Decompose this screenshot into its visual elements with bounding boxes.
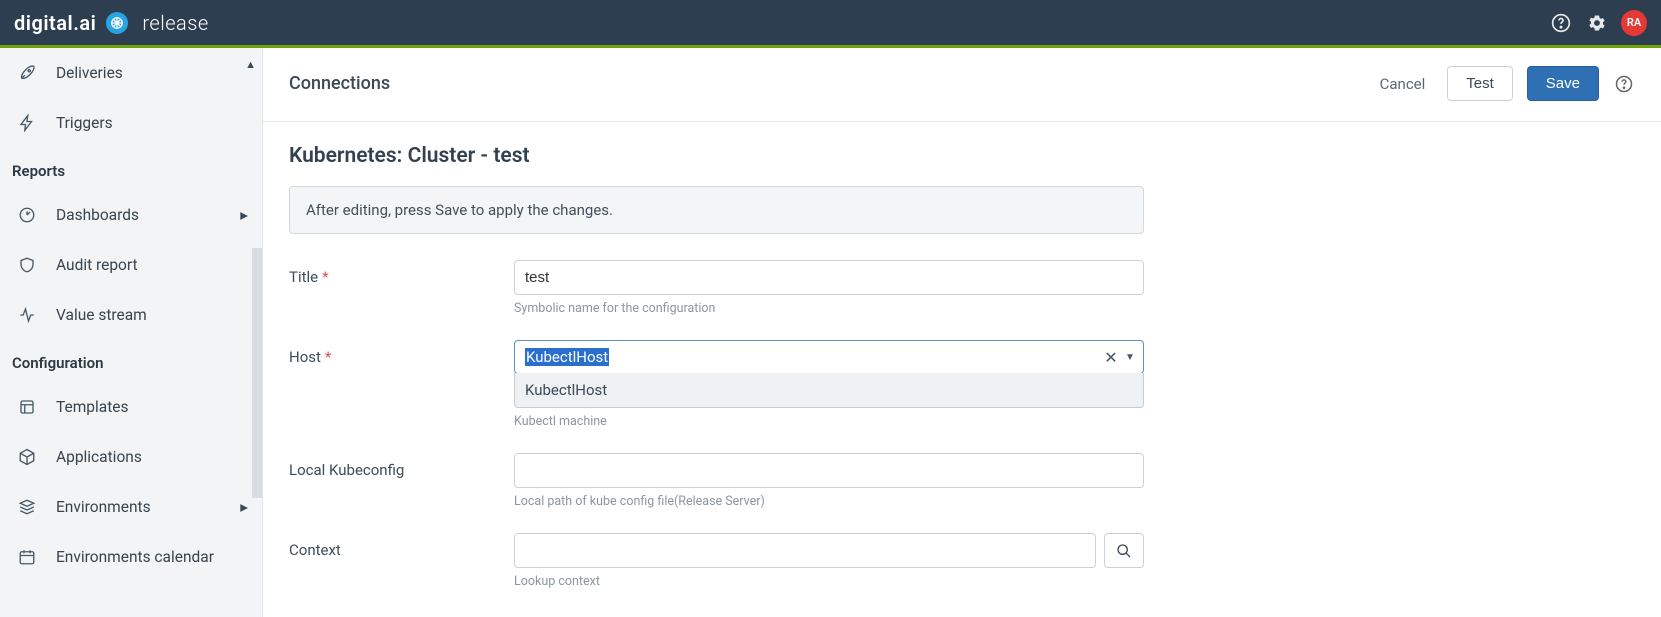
host-help: Kubectl machine bbox=[514, 414, 1144, 429]
app-logo[interactable]: digital.ai release bbox=[14, 11, 209, 35]
sidebar-item-applications[interactable]: Applications bbox=[0, 432, 262, 482]
sidebar-item-label: Audit report bbox=[56, 256, 138, 274]
clear-icon[interactable]: ✕ bbox=[1097, 348, 1125, 367]
sidebar-section-reports: Reports bbox=[0, 148, 262, 190]
chevron-down-icon[interactable]: ▼ bbox=[1125, 352, 1143, 363]
main-content: Connections Cancel Test Save Kubernetes:… bbox=[263, 48, 1661, 617]
sidebar-item-deliveries[interactable]: Deliveries bbox=[0, 48, 262, 98]
sidebar-item-triggers[interactable]: Triggers bbox=[0, 98, 262, 148]
rocket-icon bbox=[14, 64, 40, 82]
sidebar-item-value-stream[interactable]: Value stream bbox=[0, 290, 262, 340]
sidebar-item-templates[interactable]: Templates bbox=[0, 382, 262, 432]
sidebar-item-label: Dashboards bbox=[56, 206, 139, 224]
context-label: Context bbox=[289, 533, 514, 559]
activity-icon bbox=[14, 306, 40, 324]
info-banner: After editing, press Save to apply the c… bbox=[289, 186, 1144, 234]
search-icon bbox=[1116, 543, 1132, 559]
sidebar-item-audit-report[interactable]: Audit report bbox=[0, 240, 262, 290]
host-combobox[interactable]: KubectlHost ✕ ▼ KubectlHost bbox=[514, 340, 1144, 374]
sidebar-item-environments-calendar[interactable]: Environments calendar bbox=[0, 532, 262, 582]
sidebar-item-label: Triggers bbox=[56, 114, 113, 132]
brand-suffix: .ai bbox=[73, 11, 96, 35]
sidebar-item-label: Environments bbox=[56, 498, 151, 516]
kubeconfig-help: Local path of kube config file(Release S… bbox=[514, 494, 1144, 509]
help-icon[interactable] bbox=[1543, 5, 1579, 41]
kubeconfig-input[interactable] bbox=[514, 453, 1144, 488]
sidebar-scrollbar[interactable] bbox=[252, 248, 262, 498]
page-title: Kubernetes: Cluster - test bbox=[289, 144, 1417, 168]
stack-icon bbox=[14, 498, 40, 516]
sidebar-collapse-icon[interactable]: ▲ bbox=[245, 58, 256, 71]
sidebar-item-dashboards[interactable]: Dashboards ▸ bbox=[0, 190, 262, 240]
save-button[interactable]: Save bbox=[1527, 66, 1599, 101]
host-value: KubectlHost bbox=[515, 341, 1097, 373]
gear-icon[interactable] bbox=[1579, 5, 1615, 41]
cancel-button[interactable]: Cancel bbox=[1372, 69, 1434, 99]
host-dropdown: KubectlHost bbox=[514, 373, 1144, 408]
context-help: Lookup context bbox=[514, 574, 1144, 589]
product-name: release bbox=[142, 11, 208, 35]
page-help-icon[interactable] bbox=[1613, 75, 1635, 93]
bolt-icon bbox=[14, 114, 40, 132]
sidebar-section-configuration: Configuration bbox=[0, 340, 262, 382]
chevron-right-icon: ▸ bbox=[240, 498, 248, 516]
release-badge-icon bbox=[106, 12, 128, 34]
shield-icon bbox=[14, 256, 40, 274]
host-option[interactable]: KubectlHost bbox=[515, 373, 1143, 407]
title-help: Symbolic name for the configuration bbox=[514, 301, 1144, 316]
context-input[interactable] bbox=[514, 533, 1096, 568]
sidebar-item-environments[interactable]: Environments ▸ bbox=[0, 482, 262, 532]
cube-icon bbox=[14, 448, 40, 466]
sidebar-item-label: Deliveries bbox=[56, 64, 123, 82]
templates-icon bbox=[14, 398, 40, 416]
test-button[interactable]: Test bbox=[1447, 66, 1513, 101]
page-header: Connections Cancel Test Save bbox=[263, 48, 1661, 122]
brand-primary: digital bbox=[14, 11, 73, 35]
gauge-icon bbox=[14, 206, 40, 224]
sidebar-item-label: Templates bbox=[56, 398, 129, 416]
chevron-right-icon: ▸ bbox=[240, 206, 248, 224]
sidebar-item-label: Value stream bbox=[56, 306, 147, 324]
kubeconfig-label: Local Kubeconfig bbox=[289, 453, 514, 479]
sidebar-item-label: Applications bbox=[56, 448, 142, 466]
sidebar: ▲ Deliveries Triggers Reports Dashboards… bbox=[0, 48, 263, 617]
context-lookup-button[interactable] bbox=[1104, 533, 1144, 568]
user-avatar[interactable]: RA bbox=[1621, 10, 1647, 36]
calendar-icon bbox=[14, 548, 40, 566]
sidebar-item-label: Environments calendar bbox=[56, 548, 214, 566]
title-label: Title* bbox=[289, 260, 514, 286]
topbar: digital.ai release RA bbox=[0, 0, 1661, 48]
title-input[interactable] bbox=[514, 260, 1144, 295]
host-label: Host* bbox=[289, 340, 514, 366]
breadcrumb: Connections bbox=[289, 73, 390, 94]
